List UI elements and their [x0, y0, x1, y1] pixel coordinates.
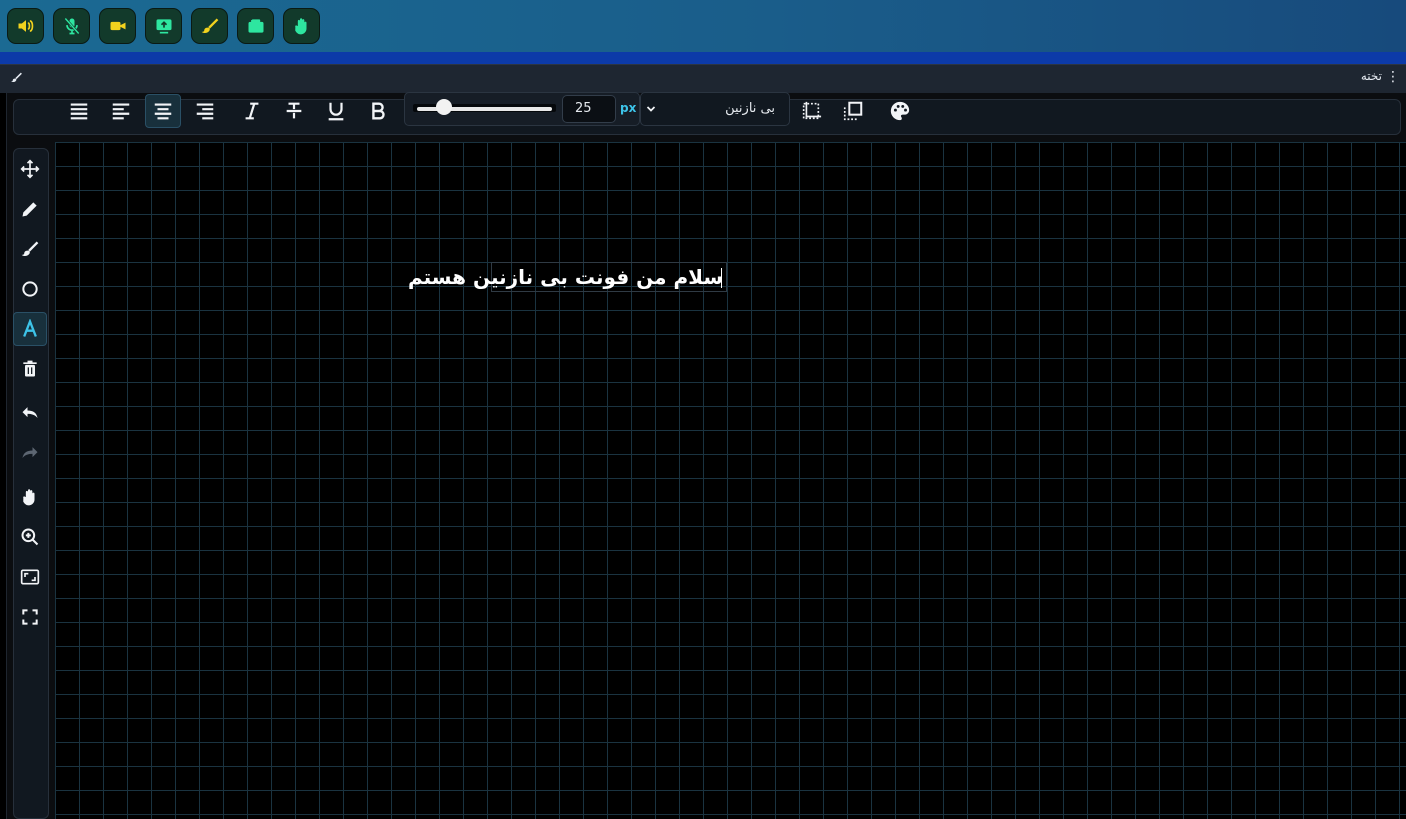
align-center-icon — [154, 103, 172, 120]
panel-title: تخته — [1360, 69, 1382, 83]
board-panel-header: تخته ⋮ — [0, 64, 1406, 93]
canvas-text: سلام من فونت بی نازنین هستم — [407, 265, 723, 289]
whiteboard-button[interactable] — [191, 8, 228, 44]
raise-hand-button[interactable] — [283, 8, 320, 44]
align-left-icon — [112, 103, 130, 120]
font-size-slider[interactable] — [413, 99, 556, 115]
strikethrough-button[interactable] — [276, 94, 312, 128]
screen-share-button[interactable] — [145, 8, 182, 44]
panel-menu-icon[interactable]: ⋮ — [1386, 70, 1400, 84]
font-family-select[interactable]: بی نازنین — [640, 92, 790, 126]
move-tool-icon — [20, 159, 40, 179]
font-size-unit: px — [620, 101, 637, 115]
zoom-in-button[interactable] — [13, 520, 47, 554]
align-right-icon — [196, 103, 214, 120]
circle-tool-icon — [22, 281, 38, 297]
top-bar — [0, 0, 1406, 52]
hand-pan-icon — [23, 489, 35, 506]
underline-button[interactable] — [318, 94, 354, 128]
pencil-tool-button[interactable] — [13, 192, 47, 226]
undo-button[interactable] — [13, 396, 47, 430]
palette-button[interactable] — [882, 94, 918, 128]
move-tool-button[interactable] — [13, 152, 47, 186]
paint-brush-icon — [11, 72, 22, 83]
font-family-value: بی نازنین — [725, 101, 775, 116]
palette-icon — [890, 101, 910, 121]
files-button[interactable] — [237, 8, 274, 44]
brush-tool-button[interactable] — [13, 232, 47, 266]
select-dotted-icon — [802, 101, 822, 120]
canvas-text-object[interactable]: سلام من فونت بی نازنین هستم — [408, 262, 727, 292]
top-bar-divider — [0, 52, 1406, 64]
brush-tool-icon — [21, 241, 39, 256]
redo-icon — [22, 447, 38, 458]
drawing-canvas[interactable]: سلام من فونت بی نازنین هستم — [55, 142, 1406, 819]
fit-screen-button[interactable] — [13, 560, 47, 594]
zoom-in-icon — [21, 528, 39, 546]
bold-button[interactable] — [360, 94, 396, 128]
microphone-off-icon — [63, 17, 80, 35]
folder-icon — [248, 19, 263, 33]
chevron-down-icon — [646, 106, 656, 112]
italic-icon — [245, 102, 259, 120]
select-dotted-button[interactable] — [793, 94, 829, 128]
screen-share-icon — [156, 19, 171, 34]
camera-button[interactable] — [99, 8, 136, 44]
fullscreen-button[interactable] — [13, 600, 47, 634]
volume-icon — [18, 20, 33, 32]
pan-tool-button[interactable] — [13, 480, 47, 514]
text-caret — [721, 268, 722, 288]
circle-tool-button[interactable] — [13, 272, 47, 306]
clear-tool-button[interactable] — [13, 352, 47, 386]
bold-icon — [372, 102, 385, 120]
underline-icon — [328, 102, 344, 121]
align-center-button[interactable] — [145, 94, 181, 128]
font-size-input[interactable]: 25 — [562, 95, 616, 123]
raise-hand-icon — [294, 18, 306, 35]
trash-icon — [23, 360, 37, 377]
fullscreen-icon — [22, 609, 38, 625]
select-solid-button[interactable] — [835, 94, 871, 128]
italic-button[interactable] — [234, 94, 270, 128]
undo-icon — [22, 407, 38, 418]
fit-screen-icon — [20, 569, 40, 585]
volume-button[interactable] — [7, 8, 44, 44]
align-left-button[interactable] — [103, 94, 139, 128]
pencil-tool-icon — [22, 202, 37, 217]
text-tool-button[interactable] — [13, 312, 47, 346]
microphone-button[interactable] — [53, 8, 90, 44]
align-right-button[interactable] — [187, 94, 223, 128]
video-camera-icon — [110, 21, 125, 31]
align-justify-icon — [70, 103, 88, 120]
strikethrough-icon — [286, 102, 302, 119]
select-solid-icon — [843, 101, 863, 121]
paint-brush-icon — [201, 18, 218, 33]
align-justify-button[interactable] — [61, 94, 97, 128]
font-size-control: 25 px — [404, 92, 640, 126]
font-size-slider-thumb[interactable] — [436, 99, 452, 115]
text-tool-icon — [23, 319, 37, 337]
redo-button[interactable] — [13, 436, 47, 470]
